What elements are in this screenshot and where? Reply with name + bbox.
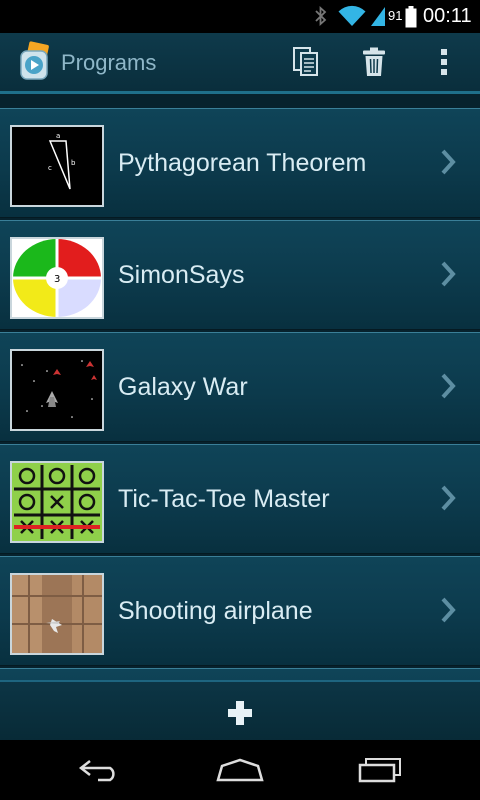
recent-apps-button[interactable]	[320, 740, 440, 800]
overflow-menu-button[interactable]	[414, 33, 474, 91]
program-name: Galaxy War	[118, 373, 248, 401]
list-item[interactable]: Shooting airplane	[0, 556, 480, 666]
program-name: Tic-Tac-Toe Master	[118, 485, 330, 513]
airplane-thumbnail	[10, 573, 104, 655]
list-item[interactable]	[0, 668, 480, 680]
galaxy-war-thumbnail	[10, 349, 104, 431]
battery-icon	[405, 6, 417, 33]
program-name: Pythagorean Theorem	[118, 149, 367, 177]
chevron-right-icon	[440, 149, 456, 180]
delete-button[interactable]	[344, 33, 404, 91]
thumb-label-c: c	[48, 164, 52, 172]
clock: 00:11	[423, 5, 472, 27]
app-logo-icon[interactable]	[18, 41, 52, 86]
page-title: Programs	[61, 50, 157, 75]
copy-icon	[293, 47, 318, 76]
action-bar: Programs	[0, 33, 480, 94]
chevron-right-icon	[440, 373, 456, 404]
recent-apps-icon	[358, 758, 401, 783]
simon-says-thumbnail: 3	[10, 237, 104, 319]
overflow-menu-icon	[441, 49, 447, 75]
screen: 91 00:11 Programs a b c Pythagorean Theo…	[0, 0, 480, 800]
bluetooth-icon	[314, 5, 328, 31]
list-item[interactable]: Galaxy War	[0, 332, 480, 442]
wifi-icon	[338, 5, 366, 32]
back-button[interactable]	[40, 740, 160, 800]
back-icon	[78, 760, 115, 782]
list-item[interactable]: Tic-Tac-Toe Master	[0, 444, 480, 554]
add-program-button[interactable]	[0, 680, 480, 742]
thumb-label-b: b	[71, 159, 76, 167]
status-bar: 91 00:11	[0, 0, 480, 33]
chevron-right-icon	[440, 597, 456, 628]
navigation-bar	[0, 740, 480, 800]
thumb-label-3: 3	[54, 274, 60, 285]
program-name: SimonSays	[118, 261, 245, 289]
add-icon	[226, 699, 254, 732]
program-name: Shooting airplane	[118, 597, 313, 625]
list-item[interactable]: 3 SimonSays	[0, 220, 480, 330]
triangle-thumbnail: a b c	[10, 125, 104, 207]
trash-icon	[363, 47, 385, 76]
copy-button[interactable]	[276, 33, 336, 91]
list-item[interactable]: a b c Pythagorean Theorem	[0, 108, 480, 218]
signal-icon	[370, 5, 386, 32]
battery-level: 91	[388, 8, 403, 23]
thumb-label-a: a	[56, 132, 60, 140]
home-icon	[216, 758, 264, 782]
home-button[interactable]	[180, 740, 300, 800]
tic-tac-toe-thumbnail	[10, 461, 104, 543]
chevron-right-icon	[440, 485, 456, 516]
chevron-right-icon	[440, 261, 456, 292]
program-list[interactable]: a b c Pythagorean Theorem 3 SimonSays Ga…	[0, 94, 480, 680]
